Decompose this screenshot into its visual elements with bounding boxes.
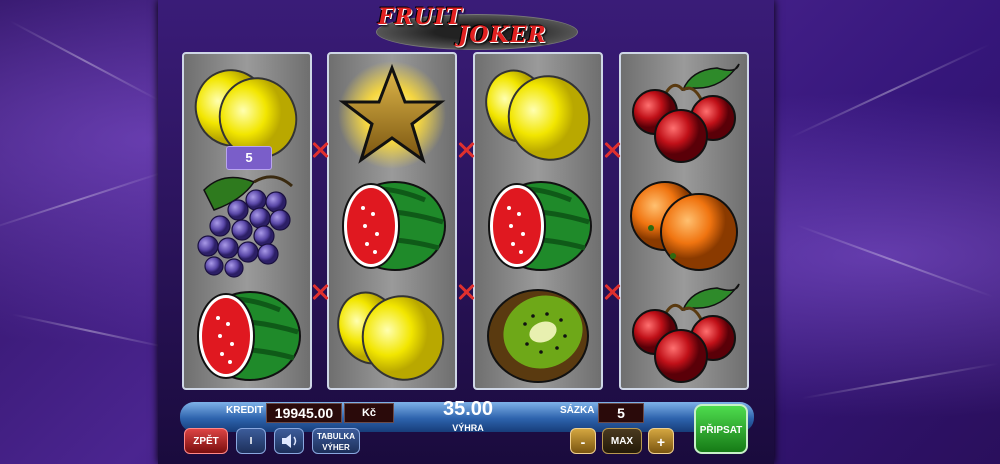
win-value: 35.00 [442, 398, 494, 420]
spin-button[interactable]: PŘIPSAT [694, 404, 748, 454]
reel-1 [182, 52, 312, 390]
line-marker-x-icon [310, 140, 330, 160]
game-logo: FRUIT JOKER [370, 4, 582, 52]
currency-display: Kč [344, 403, 394, 423]
back-button[interactable]: ZPĚT [184, 428, 228, 454]
credit-label: KREDIT [226, 405, 264, 416]
reel-3 [473, 52, 603, 390]
credit-value: 19945.00 [266, 403, 342, 423]
win-display: 35.00 VÝHRA [428, 398, 508, 433]
logo-joker-text: JOKER [458, 22, 547, 48]
cherry-icon [621, 60, 747, 170]
line-marker-x-icon [456, 140, 476, 160]
line-marker-x-icon [602, 282, 622, 302]
watermelon-icon [329, 170, 455, 280]
orange-icon [621, 170, 747, 280]
grape-icon [184, 170, 310, 280]
line-marker-x-icon [602, 140, 622, 160]
speaker-icon [282, 434, 297, 448]
sound-button[interactable] [274, 428, 304, 454]
max-bet-button[interactable]: MAX [602, 428, 642, 454]
paytable-label-line2: VÝHER [322, 443, 350, 452]
kiwi-icon [475, 280, 601, 390]
win-label: VÝHRA [452, 423, 484, 433]
cherry-icon [621, 280, 747, 390]
info-button[interactable]: I [236, 428, 266, 454]
watermelon-icon [475, 170, 601, 280]
paytable-label-line1: TABULKA [316, 432, 356, 441]
star-icon [329, 60, 455, 170]
lemon-icon [475, 60, 601, 170]
watermelon-icon [184, 280, 310, 390]
logo-fruit-text: FRUIT [378, 4, 463, 30]
lemon-icon [329, 280, 455, 390]
line-marker-x-icon [310, 282, 330, 302]
bet-decrease-button[interactable]: - [570, 428, 596, 454]
line-marker-x-icon [456, 282, 476, 302]
reel-4 [619, 52, 749, 390]
bet-increase-button[interactable]: + [648, 428, 674, 454]
reel-2 [327, 52, 457, 390]
paytable-button[interactable]: TABULKA VÝHER [312, 428, 360, 454]
win-line-badge: 5 [226, 146, 272, 170]
bet-label: SÁZKA [560, 405, 595, 416]
bet-value: 5 [598, 403, 644, 423]
